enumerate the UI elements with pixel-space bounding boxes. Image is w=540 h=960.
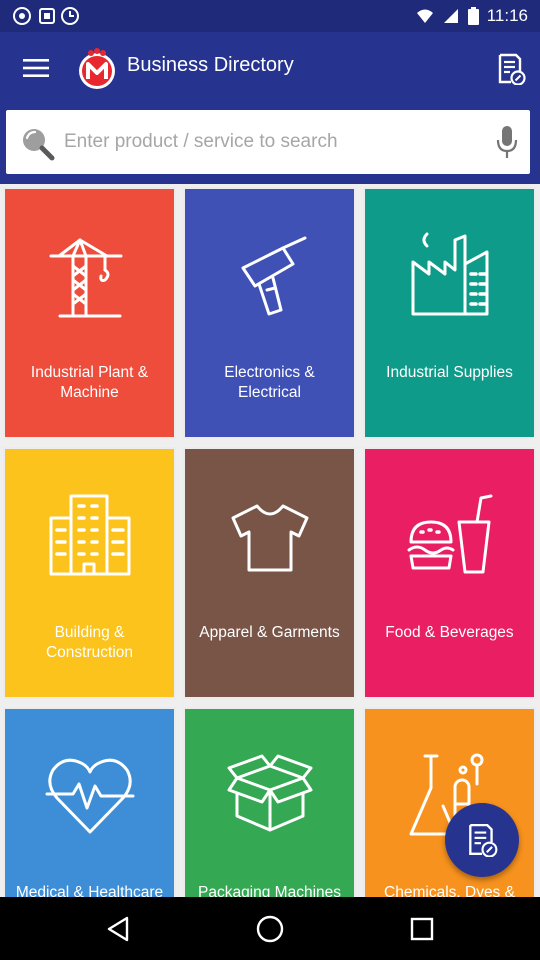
app-logo-icon (79, 48, 115, 89)
home-circle-icon (256, 915, 284, 943)
post-requirement-fab[interactable] (445, 803, 519, 877)
category-tile-industrial-supplies[interactable]: Industrial Supplies (363, 187, 536, 439)
back-triangle-icon (107, 916, 129, 942)
search-input[interactable] (64, 124, 464, 160)
nav-recents-button[interactable] (402, 909, 442, 949)
recents-square-icon (410, 917, 434, 941)
category-label: Medical & Healthcare (15, 884, 164, 897)
building-icon (49, 494, 130, 576)
category-label: Industrial Plant & Machine (30, 364, 149, 401)
wifi-icon (416, 9, 433, 23)
category-label: Chemicals, Dyes & Solvents (384, 884, 515, 897)
category-tile-chemicals[interactable]: Chemicals, Dyes & Solvents (363, 707, 536, 897)
heartbeat-icon (45, 758, 134, 834)
tshirt-icon (231, 504, 308, 572)
category-tile-packaging[interactable]: Packaging Machines (183, 707, 356, 897)
status-time: 11:16 (486, 6, 528, 25)
app-bar: Business Directory (0, 32, 540, 184)
notification-icons (13, 7, 79, 25)
document-edit-icon (469, 823, 498, 857)
search-icon[interactable] (18, 124, 56, 162)
nav-home-button[interactable] (250, 909, 290, 949)
category-label: Industrial Supplies (386, 364, 513, 381)
crane-icon (49, 238, 122, 318)
menu-button[interactable] (16, 52, 56, 84)
factory-icon (411, 232, 488, 316)
category-tile-electronics[interactable]: Electronics & Electrical (183, 187, 356, 439)
status-bar: 11:16 (0, 0, 540, 32)
category-tile-building[interactable]: Building & Construction (3, 447, 176, 699)
category-grid: Industrial Plant & Machine Electronics &… (0, 184, 540, 897)
category-label: Building & Construction (45, 624, 133, 661)
category-label: Electronics & Electrical (224, 364, 315, 401)
category-tile-food[interactable]: Food & Beverages (363, 447, 536, 699)
microphone-icon (496, 126, 518, 158)
hamburger-menu-icon (23, 59, 49, 77)
voice-search-button[interactable] (492, 124, 522, 160)
drill-icon (241, 236, 306, 316)
category-tile-medical[interactable]: Medical & Healthcare (3, 707, 176, 897)
system-navigation-bar (0, 897, 540, 960)
category-label: Apparel & Garments (199, 624, 340, 641)
category-label: Packaging Machines (197, 884, 342, 897)
box-icon (227, 754, 312, 832)
post-requirement-button[interactable] (492, 50, 530, 88)
category-tile-industrial-plant[interactable]: Industrial Plant & Machine (3, 187, 176, 439)
category-tile-apparel[interactable]: Apparel & Garments (183, 447, 356, 699)
search-bar (6, 110, 530, 174)
app-title: Business Directory (127, 54, 294, 76)
signal-icon (443, 9, 458, 23)
burger-drink-icon (407, 494, 492, 574)
category-label: Food & Beverages (385, 624, 514, 641)
document-edit-icon (498, 53, 526, 85)
nav-back-button[interactable] (98, 909, 138, 949)
battery-icon (467, 7, 479, 25)
